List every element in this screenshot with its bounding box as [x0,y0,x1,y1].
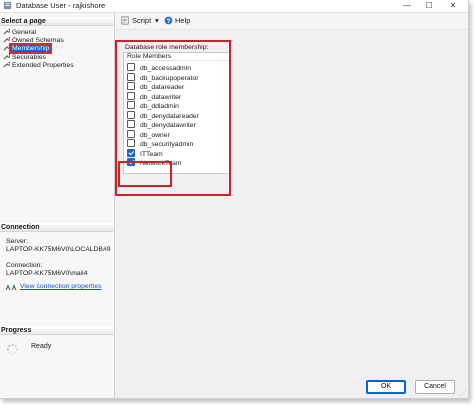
role-row[interactable]: db_datawriter [127,91,182,101]
server-label: Server: [6,238,28,245]
server-value: LAPTOP-KK75M6V0\LOCALDB#9 [6,246,111,253]
connection-label: Connection: [6,262,43,269]
minimize-button[interactable]: — [396,0,418,12]
wrench-icon [3,28,10,35]
role-name: db_datawriter [140,93,182,101]
role-checkbox[interactable] [127,72,135,81]
role-row[interactable]: db_backupoperator [127,72,199,82]
role-name: NetworkTeam [140,160,182,167]
page-item-membership[interactable]: Membership [3,43,53,54]
role-name: ITTeam [140,150,163,158]
view-connection-properties-link[interactable]: View connection properties [20,283,102,290]
script-dropdown-chevron-icon[interactable]: ▾ [155,16,159,25]
role-checkbox[interactable] [127,120,135,128]
membership-page: Database role membership: Role Members d… [115,30,468,370]
role-row[interactable]: db_datareader [127,82,184,91]
connection-header: Connection [0,223,114,232]
help-button[interactable]: Help [175,16,190,25]
role-members-list: Role Members db_accessadmin db_backupoper… [123,52,231,174]
role-row[interactable]: db_denydatawriter [127,120,196,129]
role-checkbox[interactable] [127,82,135,90]
page-item-label: Securables [12,54,47,61]
wrench-icon [3,44,10,51]
role-membership-label: Database role membership: [125,44,209,51]
role-row[interactable]: db_securityadmin [127,139,193,148]
select-page-header: Select a page [0,17,114,26]
ok-button[interactable]: OK [366,380,406,394]
close-button[interactable]: ✕ [442,0,464,12]
title-bar: Database User - rajkishore — ☐ ✕ [0,0,468,13]
role-name: db_denydatawriter [140,122,196,129]
role-name: db_denydatareader [140,112,199,120]
wrench-icon [3,53,10,60]
role-checkbox[interactable] [127,139,135,147]
script-button[interactable]: Script [132,16,151,25]
left-panel: Select a page General Owned Schemas Memb… [0,13,115,398]
page-item-label: General [12,29,37,36]
role-checkbox[interactable] [127,148,135,157]
database-user-dialog: Database User - rajkishore — ☐ ✕ Select … [0,0,469,399]
page-item-securables[interactable]: Securables [3,53,47,61]
connection-value: LAPTOP-KK75M6V0\mail4 [6,270,88,277]
role-name: db_ddladmin [140,103,179,110]
role-name: db_datareader [140,84,185,91]
role-name: db_securityadmin [140,141,194,148]
page-item-label: Extended Properties [12,62,74,69]
page-item-general[interactable]: General [3,28,37,36]
script-icon [121,16,129,25]
resize-grip-icon[interactable]: ⋰ [460,390,466,397]
role-name: db_owner [140,131,170,139]
role-row[interactable]: db_accessadmin [127,63,191,72]
role-name: db_backupoperator [140,74,199,82]
page-item-owned-schemas[interactable]: Owned Schemas [3,36,65,44]
role-checkbox[interactable] [127,63,135,71]
role-row[interactable]: db_owner [127,129,170,139]
role-checkbox[interactable] [127,129,135,138]
progress-status: Ready [31,343,52,350]
window-title: Database User - rajkishore [16,1,106,10]
page-item-label: Membership [8,43,53,54]
role-row[interactable]: db_ddladmin [127,101,179,110]
role-checkbox[interactable] [127,158,135,166]
role-row[interactable]: NetworkTeam [127,158,182,167]
role-checkbox[interactable] [127,101,135,109]
maximize-button[interactable]: ☐ [418,0,440,12]
role-row[interactable]: db_denydatareader [127,110,199,120]
role-name: db_accessadmin [140,65,192,72]
connection-properties-icon [5,284,17,291]
svg-text:?: ? [167,18,171,25]
wrench-icon [3,36,10,43]
page-item-extended-properties[interactable]: Extended Properties [3,61,75,69]
role-row[interactable]: ITTeam [127,148,163,158]
wrench-icon [3,61,10,68]
database-user-icon [3,1,12,10]
cancel-button[interactable]: Cancel [415,380,455,394]
role-checkbox[interactable] [127,110,135,119]
progress-spinner-icon [6,343,19,356]
role-checkbox[interactable] [127,91,135,100]
progress-header: Progress [0,326,114,335]
toolbar: Script ▾ ? Help [115,13,468,30]
page-item-label: Owned Schemas [12,37,64,44]
help-icon: ? [164,16,173,25]
role-members-column-header: Role Members [124,53,230,61]
